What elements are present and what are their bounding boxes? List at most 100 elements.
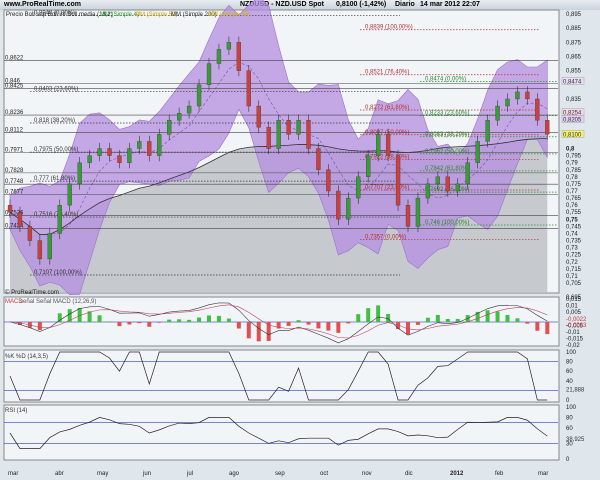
candle: [395, 155, 401, 206]
candle: [505, 98, 510, 107]
macd-histogram-bar: [415, 322, 420, 325]
macd-histogram-bar: [366, 308, 371, 322]
macd-readout: -0,0023: [566, 323, 587, 329]
macd-histogram-bar: [445, 318, 450, 322]
macd-histogram-bar: [326, 322, 331, 331]
macd-histogram-bar: [97, 315, 102, 322]
fib-black-label: 0,7107 (100,00%): [34, 270, 82, 276]
candle: [356, 176, 361, 199]
y-tick-label: 0,725: [566, 253, 582, 259]
candle: [246, 70, 251, 107]
macd-histogram-bar: [296, 320, 301, 322]
level-label: 0,8622: [5, 55, 24, 61]
candle: [97, 148, 102, 156]
level-label: 0,7748: [5, 179, 24, 185]
candle: [375, 134, 381, 156]
macd-histogram-bar: [286, 322, 291, 326]
macd-histogram-bar: [87, 311, 92, 322]
candle: [495, 105, 500, 121]
candle: [286, 120, 291, 135]
candle: [127, 148, 132, 163]
macd-histogram-bar: [336, 322, 341, 333]
macd-histogram-bar: [256, 322, 261, 342]
legend-stoch: %K %D (14,3,5): [5, 354, 48, 360]
macd-histogram-bar: [177, 319, 182, 322]
legend-macd-signal: señal Señal MACD (12,26,9): [20, 299, 96, 305]
macd-tick-label: -0,02: [566, 343, 580, 349]
fib-red-label: 0,7357 (0,00%): [365, 235, 406, 241]
candle: [405, 205, 411, 227]
macd-histogram-bar: [207, 315, 211, 322]
x-tick-label: jul: [186, 471, 193, 477]
level-label: 0,8236: [5, 110, 24, 116]
y-tick-label: 0,855: [566, 69, 582, 75]
macd-histogram-bar: [236, 322, 241, 329]
candle: [77, 162, 82, 185]
candle: [17, 212, 23, 227]
candle: [515, 91, 520, 100]
candle: [7, 205, 13, 213]
macd-tick-label: -0,015: [566, 337, 584, 343]
level-label: 0,8112: [5, 128, 24, 134]
candle: [216, 49, 222, 64]
y-tick-label: 0,755: [566, 210, 582, 216]
y-tick-label: 0,76: [566, 203, 578, 209]
y-tick-label: 0,835: [566, 97, 582, 103]
y-tick-label: 0,75: [566, 217, 578, 223]
macd-histogram-bar: [167, 319, 172, 322]
macd-tick-label: 0,015: [566, 297, 582, 303]
stoch-tick-label: 100: [566, 350, 577, 356]
macd-histogram-bar: [455, 318, 460, 322]
macd-histogram-bar: [525, 322, 530, 324]
y-tick-label: 0,795: [566, 154, 582, 160]
candle: [186, 105, 192, 114]
price-badge-label: 0,8474: [563, 79, 582, 85]
y-tick-label: 0,74: [566, 231, 578, 237]
candle: [256, 105, 261, 128]
macd-histogram-bar: [356, 314, 361, 322]
level-label: 0,7971: [5, 148, 24, 154]
candle: [415, 197, 421, 227]
candle: [485, 120, 490, 142]
legend-main: Precio Boll sup Boll inf Boll media (18,…: [6, 12, 113, 18]
macd-histogram-bar: [57, 313, 62, 322]
chart-canvas[interactable]: 0,8940 (0,00%)0,8403 (23,60%)0,818 (38,2…: [0, 0, 600, 480]
y-tick-label: 0,77: [566, 189, 578, 195]
y-tick-label: 0,775: [566, 182, 582, 188]
level-label: 0,7677: [5, 189, 24, 195]
candle: [425, 183, 431, 199]
candle: [266, 127, 271, 149]
x-tick-label: sep: [275, 471, 285, 477]
fib-black-label: 0,818 (38,20%): [34, 118, 75, 124]
stoch-tick-label: 40: [566, 379, 573, 385]
macd-tick-label: 0,01: [566, 304, 578, 310]
candle: [167, 120, 172, 135]
candle: [27, 226, 33, 241]
macd-histogram-bar: [226, 318, 231, 322]
y-tick-label: 0,865: [566, 54, 582, 60]
y-tick-label: 0,79: [566, 161, 578, 167]
y-tick-label: 0,705: [566, 281, 582, 287]
legend-sma4: MM (Simple 4): [100, 12, 139, 18]
macd-histogram-bar: [137, 322, 142, 324]
macd-histogram-bar: [147, 322, 152, 327]
fib-black-label: 0,777 (61,80%): [34, 176, 75, 182]
y-tick-label: 0,875: [566, 40, 582, 46]
macd-histogram-bar: [316, 322, 321, 329]
level-label: 0,8425: [5, 83, 24, 89]
y-tick-label: 0,71: [566, 274, 578, 280]
macd-histogram-bar: [197, 317, 202, 322]
macd-histogram-bar: [535, 322, 540, 331]
x-tick-label: dic: [405, 471, 413, 477]
macd-histogram-bar: [425, 317, 430, 322]
x-tick-label: jun: [142, 471, 151, 477]
macd-histogram-bar: [306, 322, 311, 325]
macd-histogram-bar: [435, 314, 440, 322]
candle: [435, 176, 441, 185]
macd-histogram-bar: [216, 315, 221, 322]
fib-red-label: 0,8521 (76,40%): [365, 70, 409, 76]
y-tick-label: 0,72: [566, 260, 578, 266]
macd-histogram-bar: [505, 315, 510, 322]
y-tick-label: 0,8: [566, 147, 575, 153]
candle: [385, 134, 391, 156]
